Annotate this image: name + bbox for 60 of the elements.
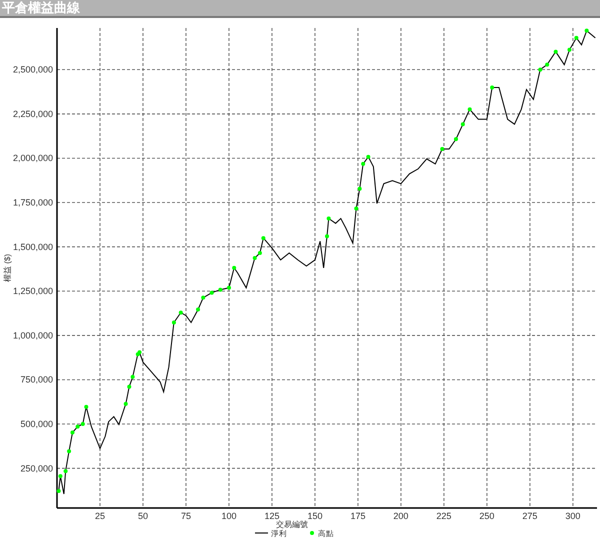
- high-marker: [196, 308, 200, 312]
- tick-label: 275: [522, 511, 538, 521]
- high-marker: [584, 28, 589, 33]
- high-marker: [172, 320, 176, 324]
- high-marker: [130, 374, 135, 379]
- high-marker: [210, 290, 214, 295]
- high-marker: [366, 154, 370, 159]
- high-marker: [554, 50, 558, 54]
- chart-title: 平倉權益曲線: [2, 2, 80, 14]
- tick-label: 2,000,000: [12, 153, 53, 164]
- tick-label: 25: [94, 511, 105, 521]
- high-marker: [127, 384, 132, 389]
- tick-label: 250: [479, 511, 494, 521]
- high-marker: [440, 147, 444, 152]
- high-marker: [538, 68, 542, 72]
- high-marker: [201, 296, 206, 300]
- tick-label: 2,250,000: [12, 108, 53, 119]
- high-marker: [361, 162, 366, 166]
- high-marker: [70, 430, 74, 435]
- tick-label: 500,000: [20, 419, 53, 430]
- high-marker: [358, 186, 362, 191]
- tick-label: 300: [565, 511, 580, 521]
- high-marker: [261, 236, 266, 240]
- tick-label: 250,000: [20, 463, 53, 474]
- tick-label: 2,500,000: [12, 64, 53, 75]
- tick-label: 1,750,000: [12, 198, 53, 208]
- tick-label: 1,000,000: [12, 330, 53, 340]
- high-marker: [574, 36, 578, 40]
- tick-label: 150: [307, 511, 322, 521]
- tick-label: 200: [393, 511, 408, 521]
- tick-label: 1,500,000: [12, 242, 53, 252]
- axis-title: 權益 ($): [3, 254, 12, 282]
- tick-label: 225: [436, 511, 452, 521]
- tick-label: 1,250,000: [12, 286, 53, 296]
- high-marker: [545, 62, 550, 67]
- high-marker: [354, 206, 358, 211]
- legend-marker-icon: [310, 531, 314, 535]
- axis-title: 交易編號: [276, 520, 308, 529]
- high-marker: [325, 234, 329, 238]
- high-marker: [84, 404, 88, 409]
- high-marker: [490, 86, 494, 90]
- tick-label: 750,000: [20, 374, 53, 385]
- high-marker: [56, 489, 61, 493]
- tick-label: 125: [264, 511, 280, 521]
- high-marker: [460, 122, 465, 126]
- high-marker: [232, 266, 236, 270]
- high-marker: [218, 288, 222, 292]
- high-marker: [226, 286, 231, 290]
- high-marker: [468, 107, 472, 112]
- tick-label: 100: [221, 511, 236, 521]
- high-marker: [67, 449, 72, 454]
- high-marker: [454, 137, 458, 142]
- high-marker: [326, 216, 331, 220]
- high-marker: [124, 402, 128, 406]
- tick-label: 50: [138, 511, 148, 521]
- legend-line-icon: [254, 532, 268, 534]
- high-marker: [567, 48, 572, 52]
- tick-label: 175: [350, 511, 366, 521]
- tick-label: 75: [180, 511, 191, 521]
- high-marker: [178, 310, 183, 315]
